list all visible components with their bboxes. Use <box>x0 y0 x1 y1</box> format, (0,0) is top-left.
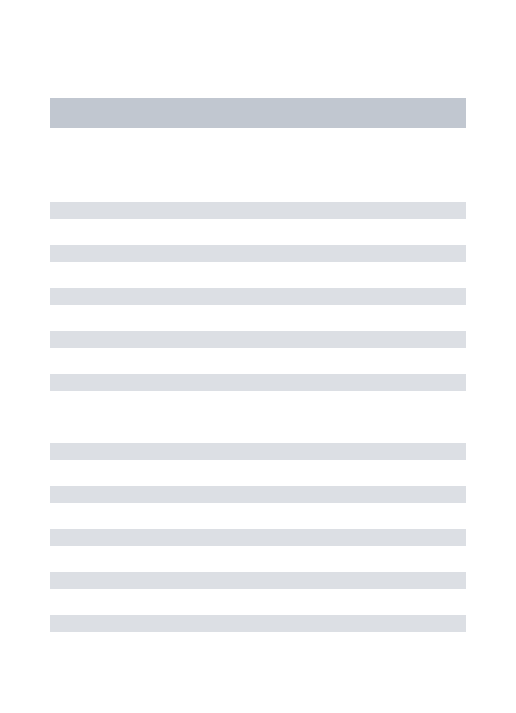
text-skeleton-line <box>50 202 466 219</box>
text-skeleton-line <box>50 331 466 348</box>
text-skeleton-line <box>50 486 466 503</box>
text-skeleton-line <box>50 374 466 391</box>
section-spacer <box>50 417 466 443</box>
text-skeleton-line <box>50 572 466 589</box>
text-skeleton-line <box>50 245 466 262</box>
title-skeleton-bar <box>50 98 466 128</box>
text-skeleton-line <box>50 288 466 305</box>
text-skeleton-line <box>50 443 466 460</box>
text-skeleton-line <box>50 529 466 546</box>
text-skeleton-line <box>50 615 466 632</box>
skeleton-placeholder <box>50 50 466 658</box>
